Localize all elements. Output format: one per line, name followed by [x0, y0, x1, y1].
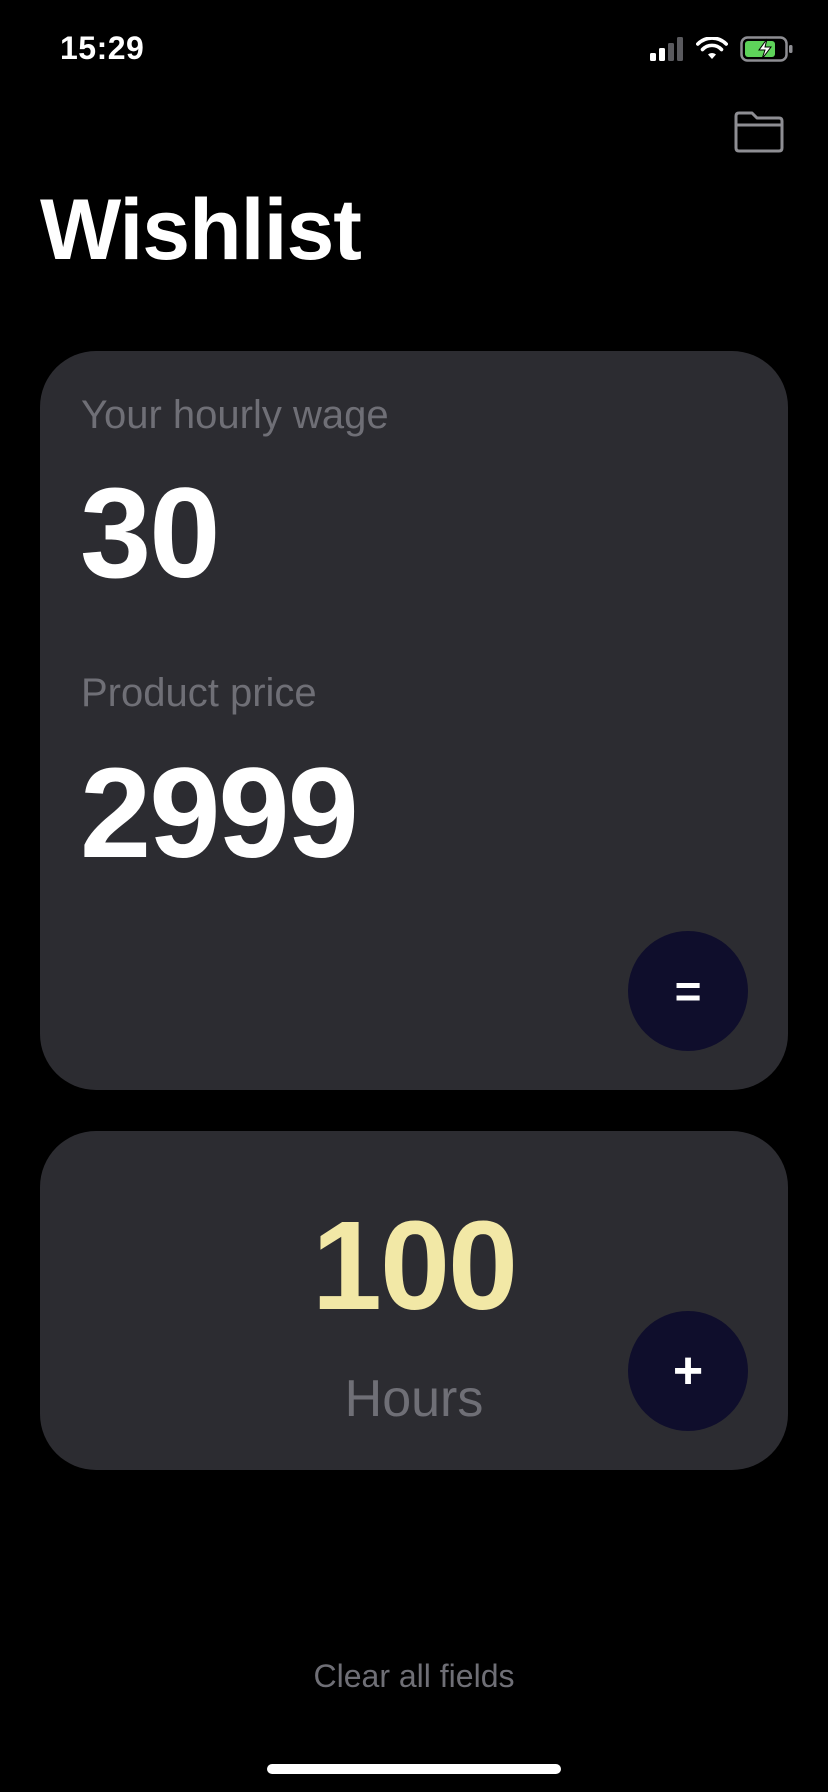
- calculate-button[interactable]: =: [628, 931, 748, 1051]
- hourly-wage-input[interactable]: 30: [80, 469, 220, 599]
- status-bar: 15:29: [0, 0, 828, 100]
- status-time: 15:29: [60, 30, 145, 66]
- product-price-label: Product price: [81, 671, 317, 715]
- result-card: 100 Hours +: [40, 1131, 788, 1470]
- folder-icon[interactable]: [732, 110, 786, 154]
- add-to-wishlist-button[interactable]: +: [628, 1311, 748, 1431]
- page-title: Wishlist: [40, 182, 362, 278]
- product-price-input[interactable]: 2999: [80, 749, 359, 879]
- clear-all-fields-button[interactable]: Clear all fields: [0, 1658, 828, 1695]
- input-card: Your hourly wage 30 Product price 2999 =: [40, 351, 788, 1090]
- status-icons: [650, 35, 794, 67]
- wifi-icon: [696, 35, 728, 66]
- battery-charging-icon: [740, 35, 794, 67]
- hourly-wage-label: Your hourly wage: [81, 393, 389, 437]
- home-indicator[interactable]: [267, 1764, 561, 1774]
- cellular-signal-icon: [650, 36, 684, 66]
